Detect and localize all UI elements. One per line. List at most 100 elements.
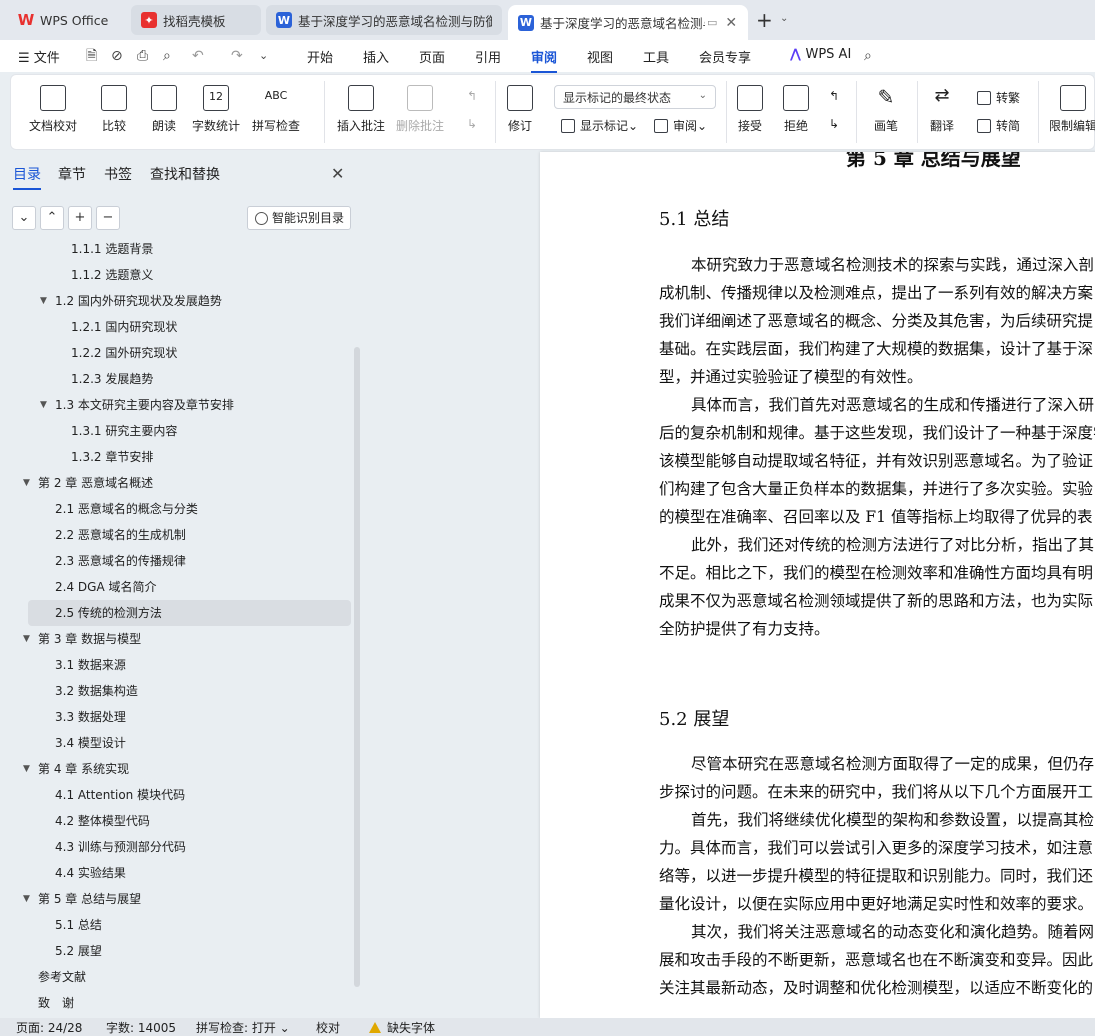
toc-item[interactable]: 1.2.3 发展趋势 [0, 366, 352, 392]
toc-item[interactable]: 1.2.1 国内研究现状 [0, 314, 352, 340]
delete-comment-button[interactable]: 删除批注 [396, 85, 444, 134]
expand-arrow-icon[interactable]: ▼ [23, 470, 30, 496]
show-markup-button[interactable]: 显示标记 ⌄ [561, 117, 638, 134]
new-tab-icon[interactable]: + [756, 8, 773, 32]
print-preview-icon[interactable]: ⌕ [163, 48, 179, 64]
save-icon[interactable]: 🗎 [86, 48, 102, 64]
toc-item[interactable]: ▼ 第 3 章 数据与模型 [0, 626, 352, 652]
toc-item[interactable]: 2.4 DGA 域名简介 [0, 574, 352, 600]
page-indicator[interactable]: 页面: 24/28 [16, 1019, 82, 1036]
spell-check-button[interactable]: ABC 拼写检查 [252, 85, 300, 134]
menu-reference[interactable]: 引用 [475, 47, 501, 66]
prev-comment-icon[interactable]: ↰ [467, 89, 477, 103]
pen-button[interactable]: ✎ 画笔 [873, 85, 899, 134]
menu-file[interactable]: ☰ 文件 [18, 47, 60, 66]
toc-item[interactable]: 4.1 Attention 模块代码 [0, 782, 352, 808]
smart-toc-button[interactable]: 智能识别目录 [247, 206, 351, 230]
toc-item[interactable]: 2.3 恶意域名的传播规律 [0, 548, 352, 574]
expand-up-button[interactable]: ⌃ [40, 206, 64, 230]
toc-item[interactable]: 2.2 恶意域名的生成机制 [0, 522, 352, 548]
wps-ai-button[interactable]: ⋀ WPS AI [790, 47, 851, 62]
prev-change-icon[interactable]: ↰ [829, 89, 839, 103]
remove-heading-button[interactable]: − [96, 206, 120, 230]
word-count-button[interactable]: 12 字数统计 [192, 85, 240, 134]
proofread-indicator[interactable]: 校对 [316, 1019, 340, 1036]
insert-comment-button[interactable]: 插入批注 [337, 85, 385, 134]
compare-button[interactable]: 比较 [101, 85, 127, 134]
next-change-icon[interactable]: ↳ [829, 117, 839, 131]
toc-item[interactable]: 1.3.1 研究主要内容 [0, 418, 352, 444]
missing-font-indicator[interactable]: 缺失字体 [369, 1019, 435, 1036]
toc-item[interactable]: ▼ 1.2 国内外研究现状及发展趋势 [0, 288, 352, 314]
expand-arrow-icon[interactable]: ▼ [23, 626, 30, 652]
toc-item[interactable]: 5.1 总结 [0, 912, 352, 938]
toc-item[interactable]: 1.1.1 选题背景 [0, 240, 352, 262]
to-traditional-button[interactable]: 转繁 [977, 89, 1020, 106]
tab-docer-templates[interactable]: ✦ 找稻壳模板 [131, 5, 261, 35]
tab-document-active[interactable]: W 基于深度学习的恶意域名检测与 ▭ ✕ [508, 5, 748, 40]
toc-item[interactable]: 5.2 展望 [0, 938, 352, 964]
menu-review[interactable]: 审阅 [531, 47, 558, 73]
toc-item[interactable]: 1.1.2 选题意义 [0, 262, 352, 288]
toc-item[interactable]: ▼ 1.3 本文研究主要内容及章节安排 [0, 392, 352, 418]
toc-item[interactable]: 1.3.2 章节安排 [0, 444, 352, 470]
menu-view[interactable]: 视图 [587, 47, 613, 66]
doc-proof-button[interactable]: 文档校对 [29, 85, 77, 134]
toc-item[interactable]: 2.5 传统的检测方法 [28, 600, 351, 626]
read-aloud-button[interactable]: 朗读 [151, 85, 177, 134]
tab-document-1[interactable]: W 基于深度学习的恶意域名检测与防御系 [266, 5, 502, 35]
toc-item[interactable]: 3.4 模型设计 [0, 730, 352, 756]
undo-icon[interactable]: ↶ [192, 48, 208, 64]
toc-item[interactable]: 2.1 恶意域名的概念与分类 [0, 496, 352, 522]
toc-item[interactable]: 1.2.2 国外研究现状 [0, 340, 352, 366]
toc-item[interactable]: 3.1 数据来源 [0, 652, 352, 678]
menu-start[interactable]: 开始 [307, 47, 333, 66]
word-count-indicator[interactable]: 字数: 14005 [106, 1019, 176, 1036]
toc-item[interactable]: 4.3 训练与预测部分代码 [0, 834, 352, 860]
expand-arrow-icon[interactable]: ▼ [40, 392, 47, 418]
nav-tab-sections[interactable]: 章节 [58, 164, 86, 184]
accept-button[interactable]: 接受 [737, 85, 763, 134]
close-tab-icon[interactable]: ✕ [725, 15, 737, 31]
review-pane-button[interactable]: 审阅 ⌄ [654, 117, 707, 134]
chevron-down-icon[interactable]: ⌄ [780, 13, 788, 24]
menu-insert[interactable]: 插入 [363, 47, 389, 66]
spell-check-indicator[interactable]: 拼写检查: 打开 ⌄ [196, 1019, 290, 1036]
add-heading-button[interactable]: + [68, 206, 92, 230]
expand-arrow-icon[interactable]: ▼ [23, 886, 30, 912]
toc-item[interactable]: 3.2 数据集构造 [0, 678, 352, 704]
restrict-edit-button[interactable]: 限制编辑 [1049, 85, 1095, 134]
revise-button[interactable]: 修订 [507, 85, 533, 134]
toc-item[interactable]: 参考文献 [0, 964, 352, 990]
nav-tab-toc[interactable]: 目录 [13, 164, 41, 190]
tab-wps-office[interactable]: W WPS Office [8, 5, 125, 35]
document-page[interactable]: 第 5 章 总结与展望 5.1 总结 5.2 展望 本研究致力于恶意域名检测技术… [540, 152, 1095, 1018]
reject-button[interactable]: 拒绝 [783, 85, 809, 134]
toc-item[interactable]: 3.3 数据处理 [0, 704, 352, 730]
toc-item[interactable]: ▼ 第 4 章 系统实现 [0, 756, 352, 782]
toc-item[interactable]: 4.2 整体模型代码 [0, 808, 352, 834]
toc-scrollbar[interactable] [354, 347, 360, 987]
menu-page[interactable]: 页面 [419, 47, 445, 66]
monitor-icon[interactable]: ▭ [707, 16, 717, 29]
next-comment-icon[interactable]: ↳ [467, 117, 477, 131]
search-icon[interactable]: ⌕ [864, 48, 880, 64]
menu-tools[interactable]: 工具 [643, 47, 669, 66]
markup-state-select[interactable]: 显示标记的最终状态 ⌄ [554, 85, 716, 109]
nav-tab-find-replace[interactable]: 查找和替换 [150, 164, 220, 184]
chevron-down-icon[interactable]: ⌄ [259, 48, 275, 64]
toc-item[interactable]: ▼ 第 2 章 恶意域名概述 [0, 470, 352, 496]
expand-arrow-icon[interactable]: ▼ [23, 756, 30, 782]
toc-item[interactable]: ▼ 第 5 章 总结与展望 [0, 886, 352, 912]
translate-button[interactable]: ⇄ 翻译 [929, 85, 955, 134]
collapse-all-button[interactable]: ⌄ [12, 206, 36, 230]
redo-icon[interactable]: ↷ [231, 48, 247, 64]
nav-tab-bookmarks[interactable]: 书签 [104, 164, 132, 184]
to-simplified-button[interactable]: 转简 [977, 117, 1020, 134]
link-icon[interactable]: ⊘ [111, 48, 127, 64]
menu-member[interactable]: 会员专享 [699, 47, 751, 66]
close-pane-icon[interactable]: ✕ [331, 164, 344, 183]
print-icon[interactable]: ⎙ [137, 48, 153, 64]
toc-item[interactable]: 4.4 实验结果 [0, 860, 352, 886]
toc-item[interactable]: 致 谢 [0, 990, 352, 1016]
